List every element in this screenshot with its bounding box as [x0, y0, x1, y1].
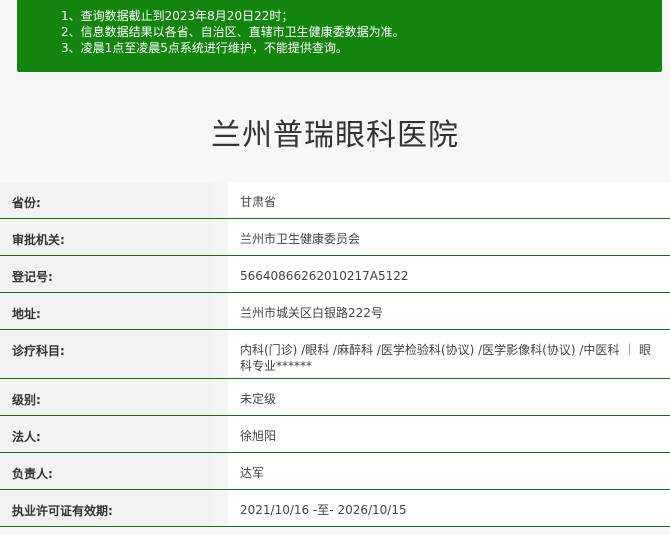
detail-label: 地址:: [0, 293, 212, 329]
detail-row-province: 省份: 甘肃省: [0, 182, 670, 219]
detail-row-departments: 诊疗科目: 内科(门诊) /眼科 /麻醉科 /医学检验科(协议) /医学影像科(…: [0, 330, 670, 379]
notice-line-3: 3、凌晨1点至凌晨5点系统进行维护，不能提供查询。: [61, 41, 348, 55]
detail-value: 兰州市城关区白银路222号: [228, 293, 670, 329]
notice-line-2: 2、信息数据结果以各省、自治区、直辖市卫生健康委数据为准。: [61, 25, 405, 39]
detail-value: 徐旭阳: [228, 416, 670, 452]
detail-label: 登记号:: [0, 256, 212, 292]
details-table: 省份: 甘肃省 审批机关: 兰州市卫生健康委员会 登记号: 5664086626…: [0, 182, 670, 527]
detail-row-license-validity: 执业许可证有效期: 2021/10/16 -至- 2026/10/15: [0, 490, 670, 527]
detail-value: 甘肃省: [228, 182, 670, 218]
page: 1、查询数据截止到2023年8月20日22时； 2、信息数据结果以各省、自治区、…: [0, 0, 670, 535]
detail-label: 法人:: [0, 416, 212, 452]
detail-row-registration-number: 登记号: 56640866262010217A5122: [0, 256, 670, 293]
detail-row-address: 地址: 兰州市城关区白银路222号: [0, 293, 670, 330]
detail-row-legal-person: 法人: 徐旭阳: [0, 416, 670, 453]
detail-value: 2021/10/16 -至- 2026/10/15: [228, 490, 670, 526]
hospital-title: 兰州普瑞眼科医院: [211, 118, 459, 153]
detail-label: 负责人:: [0, 453, 212, 489]
detail-label: 审批机关:: [0, 219, 212, 255]
title-area: 兰州普瑞眼科医院: [0, 92, 670, 172]
detail-label: 执业许可证有效期:: [0, 490, 212, 526]
detail-value: 兰州市卫生健康委员会: [228, 219, 670, 255]
notice-line-1: 1、查询数据截止到2023年8月20日22时；: [61, 9, 294, 23]
detail-value: 达军: [228, 453, 670, 489]
detail-row-approval-authority: 审批机关: 兰州市卫生健康委员会: [0, 219, 670, 256]
detail-value: 内科(门诊) /眼科 /麻醉科 /医学检验科(协议) /医学影像科(协议) /中…: [228, 330, 670, 378]
detail-row-level: 级别: 未定级: [0, 379, 670, 416]
detail-row-person-in-charge: 负责人: 达军: [0, 453, 670, 490]
detail-value: 未定级: [228, 379, 670, 415]
detail-label: 诊疗科目:: [0, 330, 212, 378]
detail-value: 56640866262010217A5122: [228, 256, 670, 292]
detail-label: 省份:: [0, 182, 212, 218]
notice-banner: 1、查询数据截止到2023年8月20日22时； 2、信息数据结果以各省、自治区、…: [17, 0, 662, 72]
detail-label: 级别:: [0, 379, 212, 415]
